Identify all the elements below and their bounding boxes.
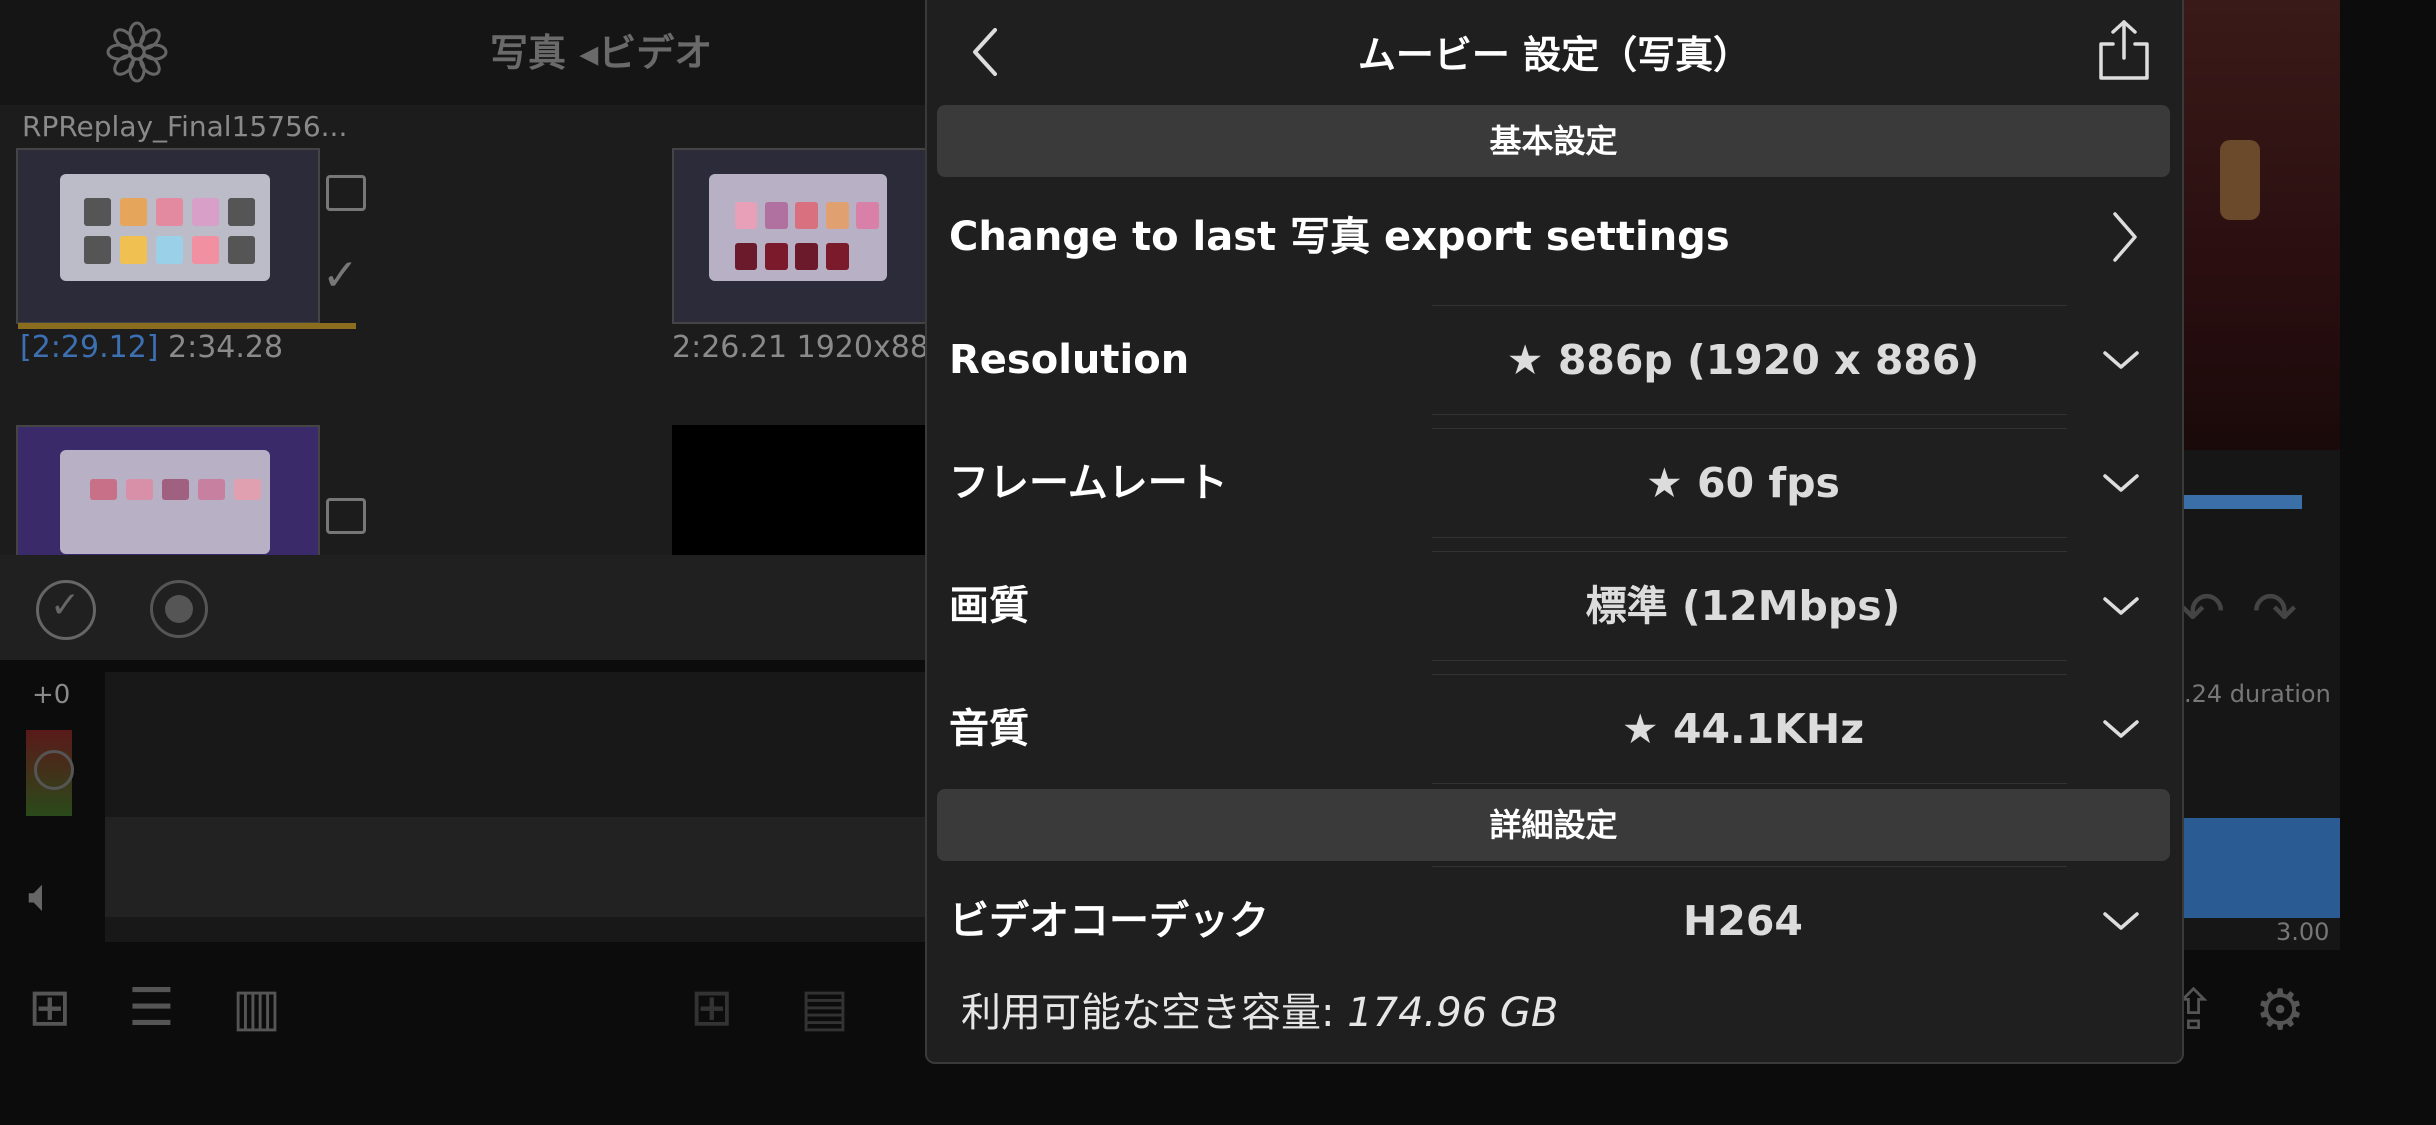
clip-duration: 2:34.28 — [168, 330, 284, 365]
film-icon — [326, 498, 366, 534]
video-codec-label: ビデオコーデック — [949, 898, 1269, 944]
quality-label: 画質 — [949, 583, 1029, 629]
audio-quality-row[interactable]: 音質 ★ 44.1KHz — [927, 674, 2180, 784]
redo-icon[interactable]: ↷ — [2252, 580, 2297, 643]
quality-value[interactable]: 標準 (12Mbps) — [1417, 551, 2179, 661]
share-icon[interactable] — [2095, 18, 2153, 82]
row-divider — [1432, 537, 2067, 538]
clip-thumbnail-empty[interactable] — [672, 425, 925, 555]
duration-label: .24 duration — [2184, 680, 2331, 708]
clip-info: 2:26.21 1920x88 — [672, 330, 929, 365]
chevron-right-icon — [2113, 212, 2137, 262]
free-space-info: 利用可能な空き容量: 174.96 GB — [961, 980, 1558, 1038]
speaker-icon[interactable]: 🔈︎ — [28, 868, 56, 924]
add-text-icon[interactable]: ⊞ — [28, 978, 72, 1038]
timeline-time: 3.00 — [2276, 918, 2330, 946]
checkmark-icon: ✓ — [322, 250, 359, 301]
undo-icon[interactable]: ↶ — [2180, 580, 2225, 643]
clip-thumbnail[interactable] — [16, 425, 320, 559]
audio-quality-value[interactable]: ★ 44.1KHz — [1417, 674, 2179, 784]
last-export-settings-label: Change to last 写真 export settings — [949, 214, 1730, 260]
frame-rate-label: フレームレート — [949, 460, 1228, 506]
frame-rate-value[interactable]: ★ 60 fps — [1417, 428, 2179, 538]
chevron-down-icon[interactable] — [2101, 591, 2141, 621]
chevron-down-icon[interactable] — [2101, 468, 2141, 498]
clip-thumbnail[interactable] — [672, 148, 929, 324]
dialog-title: ムービー 設定（写真） — [1357, 33, 1752, 77]
free-space-label: 利用可能な空き容量: — [961, 990, 1348, 1036]
album-segment-title[interactable]: 写真 ◂ビデオ — [490, 22, 712, 77]
quality-row[interactable]: 画質 標準 (12Mbps) — [927, 551, 2180, 661]
free-space-value: 174.96 GB — [1347, 990, 1559, 1036]
film-icon — [326, 175, 366, 211]
audio-quality-label: 音質 — [949, 706, 1029, 752]
level-knob-icon[interactable] — [34, 750, 74, 790]
gear-icon[interactable]: ⚙ — [2255, 978, 2305, 1043]
add-clip-icon[interactable]: ⊞ — [690, 978, 734, 1038]
row-divider — [1432, 660, 2067, 661]
row-divider — [1432, 783, 2067, 784]
resolution-value[interactable]: ★ 886p (1920 x 886) — [1417, 305, 2179, 415]
section-basic-settings: 基本設定 — [937, 105, 2170, 177]
select-check-icon[interactable]: ✓ — [36, 580, 96, 640]
movie-settings-dialog: ムービー 設定（写真） 基本設定 Change to last 写真 expor… — [925, 0, 2184, 1064]
chevron-down-icon[interactable] — [2101, 345, 2141, 375]
preview-lamp — [2220, 140, 2260, 220]
barcode-icon[interactable]: ▥ — [232, 978, 281, 1038]
preview-image — [2180, 0, 2340, 450]
clip-in-point: [2:29.12] — [20, 330, 159, 365]
video-codec-value[interactable]: H264 — [1417, 866, 2179, 976]
selection-row — [0, 555, 925, 660]
clip-name: RPReplay_Final15756... — [22, 110, 348, 143]
frame-rate-row[interactable]: フレームレート ★ 60 fps — [927, 428, 2180, 538]
chevron-down-icon[interactable] — [2101, 906, 2141, 936]
chevron-down-icon[interactable] — [2101, 714, 2141, 744]
list-icon[interactable]: ☰ — [128, 978, 175, 1038]
row-divider — [1432, 414, 2067, 415]
record-icon[interactable] — [150, 580, 208, 638]
audio-waveform — [2180, 818, 2340, 918]
flower-logo-icon[interactable] — [105, 20, 169, 84]
timeline[interactable] — [105, 672, 925, 942]
last-export-settings-row[interactable]: Change to last 写真 export settings — [927, 182, 2180, 292]
position-bar[interactable] — [2180, 495, 2302, 509]
section-detail-settings: 詳細設定 — [937, 789, 2170, 861]
resolution-label: Resolution — [949, 337, 1190, 383]
resolution-row[interactable]: Resolution ★ 886p (1920 x 886) — [927, 305, 2180, 415]
video-codec-row[interactable]: ビデオコーデック H264 — [927, 866, 2180, 976]
clip-progress-bar — [18, 323, 356, 329]
level-offset: +0 — [32, 680, 71, 710]
audio-clip-icon[interactable]: ▤ — [800, 978, 849, 1038]
clip-thumbnail[interactable] — [16, 148, 320, 324]
